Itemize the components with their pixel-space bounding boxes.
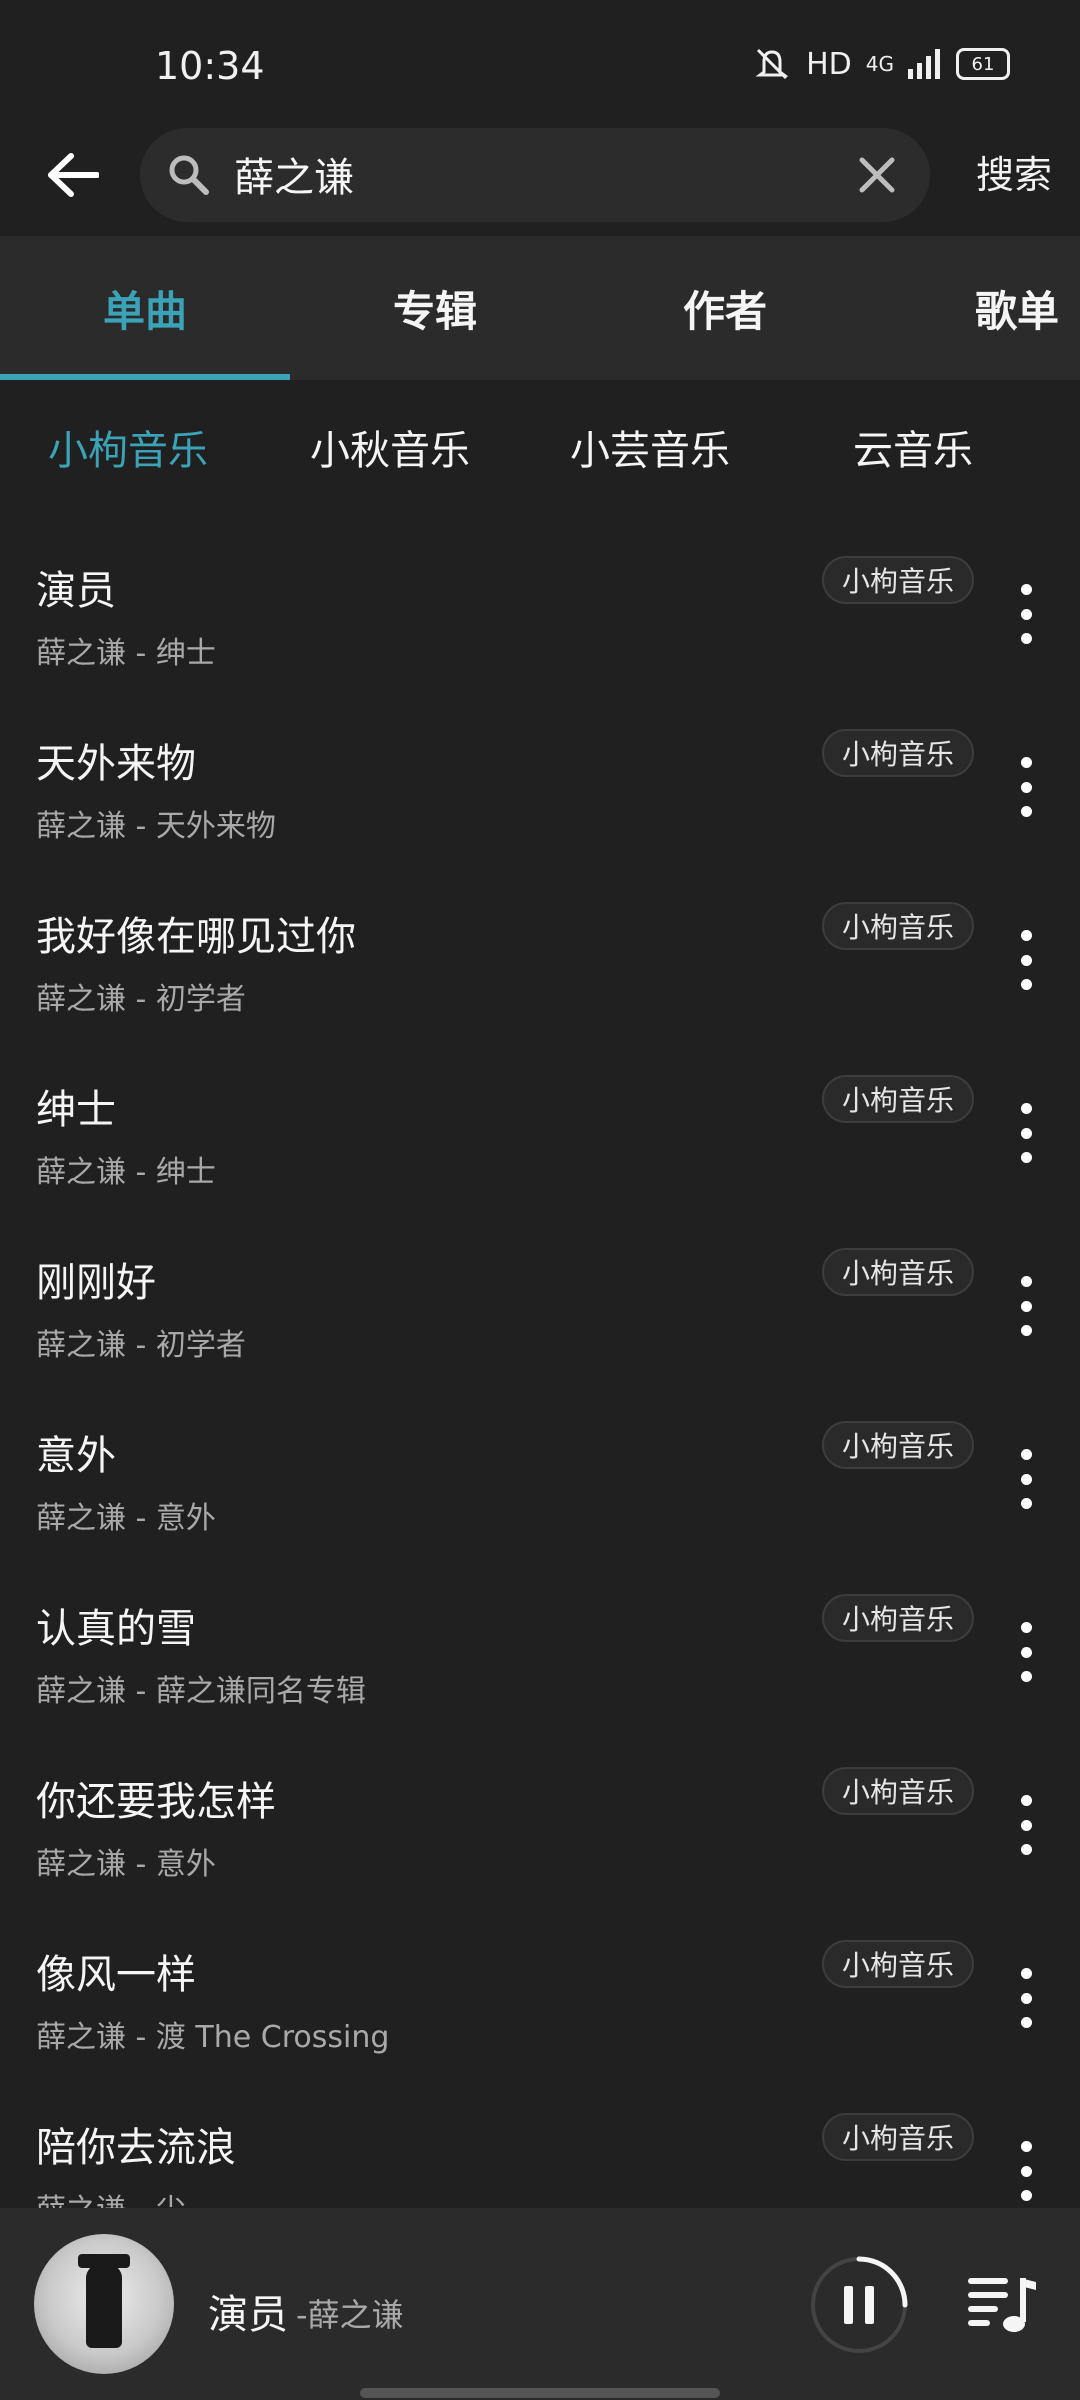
source-tab-1[interactable]: 小枸音乐 [48, 418, 208, 476]
more-options-icon[interactable] [1006, 2141, 1046, 2201]
song-title: 演员 [36, 568, 116, 614]
song-subtitle: 薛之谦 - 意外 [36, 1847, 216, 1882]
more-options-icon[interactable] [1006, 1968, 1046, 2028]
source-tab-2[interactable]: 小秋音乐 [310, 418, 470, 476]
category-tabs: 单曲 专辑 作者 歌单 [0, 236, 1080, 380]
song-item[interactable]: 我好像在哪见过你 薛之谦 - 初学者 小枸音乐 [0, 876, 1080, 1049]
search-bar: 搜索 [0, 120, 1080, 235]
status-time: 10:34 [155, 44, 265, 88]
song-title: 绅士 [36, 1087, 116, 1133]
more-options-icon[interactable] [1006, 1103, 1046, 1163]
song-subtitle: 薛之谦 - 天外来物 [36, 809, 276, 844]
tab-playlists[interactable]: 歌单 [870, 236, 1080, 380]
more-options-icon[interactable] [1006, 757, 1046, 817]
source-badge: 小枸音乐 [821, 902, 974, 950]
now-playing-artist: -薛之谦 [296, 2296, 404, 2334]
clear-icon[interactable] [852, 150, 902, 200]
song-item[interactable]: 刚刚好 薛之谦 - 初学者 小枸音乐 [0, 1222, 1080, 1395]
song-title: 天外来物 [36, 741, 196, 787]
song-subtitle: 薛之谦 - 尘 [36, 2185, 186, 2208]
song-subtitle: 薛之谦 - 初学者 [36, 982, 246, 1017]
source-tab-3[interactable]: 小芸音乐 [570, 418, 730, 476]
song-item[interactable]: 你还要我怎样 薛之谦 - 意外 小枸音乐 [0, 1741, 1080, 1914]
song-list: 演员 薛之谦 - 绅士 小枸音乐 天外来物 薛之谦 - 天外来物 小枸音乐 我好… [0, 530, 1080, 2208]
mini-player[interactable]: 演员 -薛之谦 [0, 2208, 1080, 2400]
source-badge: 小枸音乐 [821, 1940, 974, 1988]
song-subtitle: 薛之谦 - 绅士 [36, 636, 216, 671]
source-tab-4[interactable]: 云音乐 [853, 418, 973, 476]
playlist-queue-icon[interactable] [968, 2272, 1038, 2336]
network-label: HD [806, 46, 852, 82]
status-icons: HD 4G 61 [752, 46, 1010, 82]
source-tabs: 小枸音乐 小秋音乐 小芸音乐 云音乐 [0, 380, 1080, 530]
source-badge: 小枸音乐 [821, 2113, 974, 2161]
more-options-icon[interactable] [1006, 1276, 1046, 1336]
search-box[interactable] [140, 128, 930, 222]
song-title: 你还要我怎样 [36, 1779, 276, 1825]
more-options-icon[interactable] [1006, 1449, 1046, 1509]
home-indicator[interactable] [360, 2388, 720, 2398]
song-subtitle: 薛之谦 - 薛之谦同名专辑 [36, 1674, 366, 1709]
song-title: 我好像在哪见过你 [36, 914, 356, 960]
search-button[interactable]: 搜索 [976, 144, 1052, 199]
song-item[interactable]: 天外来物 薛之谦 - 天外来物 小枸音乐 [0, 703, 1080, 876]
more-options-icon[interactable] [1006, 1795, 1046, 1855]
status-bar: 10:34 HD 4G 61 [0, 0, 1080, 120]
song-subtitle: 薛之谦 - 初学者 [36, 1328, 246, 1363]
more-options-icon[interactable] [1006, 1622, 1046, 1682]
song-title: 陪你去流浪 [36, 2125, 236, 2171]
signal-icon [908, 49, 940, 79]
source-badge: 小枸音乐 [821, 1075, 974, 1123]
source-badge: 小枸音乐 [821, 1248, 974, 1296]
more-options-icon[interactable] [1006, 930, 1046, 990]
source-badge: 小枸音乐 [821, 729, 974, 777]
song-item[interactable]: 演员 薛之谦 - 绅士 小枸音乐 [0, 530, 1080, 703]
song-item[interactable]: 绅士 薛之谦 - 绅士 小枸音乐 [0, 1049, 1080, 1222]
song-item[interactable]: 认真的雪 薛之谦 - 薛之谦同名专辑 小枸音乐 [0, 1568, 1080, 1741]
more-options-icon[interactable] [1006, 584, 1046, 644]
song-title: 像风一样 [36, 1952, 196, 1998]
song-item[interactable]: 意外 薛之谦 - 意外 小枸音乐 [0, 1395, 1080, 1568]
song-subtitle: 薛之谦 - 绅士 [36, 1155, 216, 1190]
back-button[interactable] [40, 142, 106, 208]
battery-icon: 61 [956, 48, 1010, 80]
song-title: 刚刚好 [36, 1260, 156, 1306]
source-badge: 小枸音乐 [821, 1421, 974, 1469]
tab-singles[interactable]: 单曲 [0, 236, 290, 380]
song-subtitle: 薛之谦 - 意外 [36, 1501, 216, 1536]
song-title: 意外 [36, 1433, 116, 1479]
song-item[interactable]: 像风一样 薛之谦 - 渡 The Crossing 小枸音乐 [0, 1914, 1080, 2087]
now-playing-title: 演员 [208, 2292, 288, 2338]
search-input[interactable] [232, 150, 796, 198]
mute-bell-icon [755, 48, 789, 80]
back-arrow-icon [48, 153, 99, 197]
signal-label: 4G [865, 52, 894, 76]
song-item[interactable]: 陪你去流浪 薛之谦 - 尘 小枸音乐 [0, 2087, 1080, 2208]
tab-albums[interactable]: 专辑 [290, 236, 580, 380]
source-badge: 小枸音乐 [821, 1594, 974, 1642]
tab-artists[interactable]: 作者 [580, 236, 870, 380]
pause-icon[interactable] [808, 2254, 910, 2356]
song-subtitle: 薛之谦 - 渡 The Crossing [36, 2020, 390, 2055]
song-title: 认真的雪 [36, 1606, 196, 1652]
source-badge: 小枸音乐 [821, 556, 974, 604]
album-cover[interactable] [34, 2234, 174, 2374]
search-icon [169, 155, 209, 195]
source-badge: 小枸音乐 [821, 1767, 974, 1815]
